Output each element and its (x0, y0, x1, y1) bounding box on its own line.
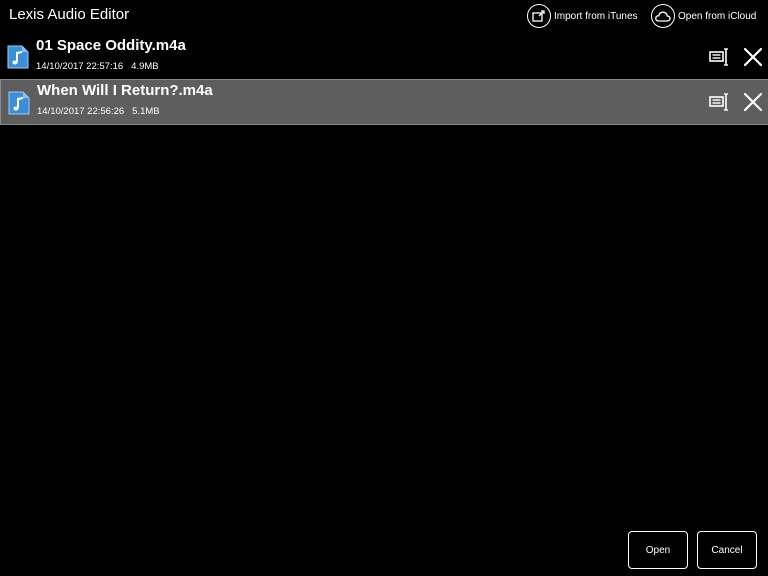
file-date: 14/10/2017 22:57:16 (36, 61, 124, 72)
file-size: 4.9MB (131, 61, 159, 72)
app-window: Lexis Audio Editor Import from iTunes Op… (0, 0, 768, 576)
file-meta: 14/10/2017 22:57:16 4.9MB (36, 61, 159, 72)
file-properties-icon[interactable] (709, 93, 731, 111)
delete-file-icon[interactable] (743, 92, 763, 112)
file-meta: 14/10/2017 22:56:26 5.1MB (37, 106, 160, 117)
open-button[interactable]: Open (628, 531, 688, 569)
file-size: 5.1MB (132, 106, 160, 117)
delete-file-icon[interactable] (743, 47, 763, 67)
file-list: 01 Space Oddity.m4a 14/10/2017 22:57:16 4… (0, 33, 768, 125)
import-from-itunes-label: Import from iTunes (554, 10, 638, 22)
open-from-icloud-label: Open from iCloud (678, 10, 757, 22)
cloud-icon (651, 4, 675, 28)
import-icon (527, 4, 551, 28)
file-properties-icon[interactable] (709, 48, 731, 66)
audio-file-icon (8, 91, 30, 115)
import-from-itunes-button[interactable]: Import from iTunes (527, 4, 638, 28)
audio-file-icon (7, 45, 29, 69)
file-name: When Will I Return?.m4a (37, 82, 213, 99)
file-row-selected[interactable]: When Will I Return?.m4a 14/10/2017 22:56… (0, 79, 768, 125)
file-name: 01 Space Oddity.m4a (36, 37, 186, 54)
app-title: Lexis Audio Editor (9, 6, 130, 23)
header-bar: Lexis Audio Editor Import from iTunes Op… (0, 0, 768, 32)
file-row[interactable]: 01 Space Oddity.m4a 14/10/2017 22:57:16 4… (0, 33, 768, 79)
cancel-button[interactable]: Cancel (697, 531, 757, 569)
open-from-icloud-button[interactable]: Open from iCloud (651, 4, 756, 28)
file-date: 14/10/2017 22:56:26 (37, 106, 125, 117)
